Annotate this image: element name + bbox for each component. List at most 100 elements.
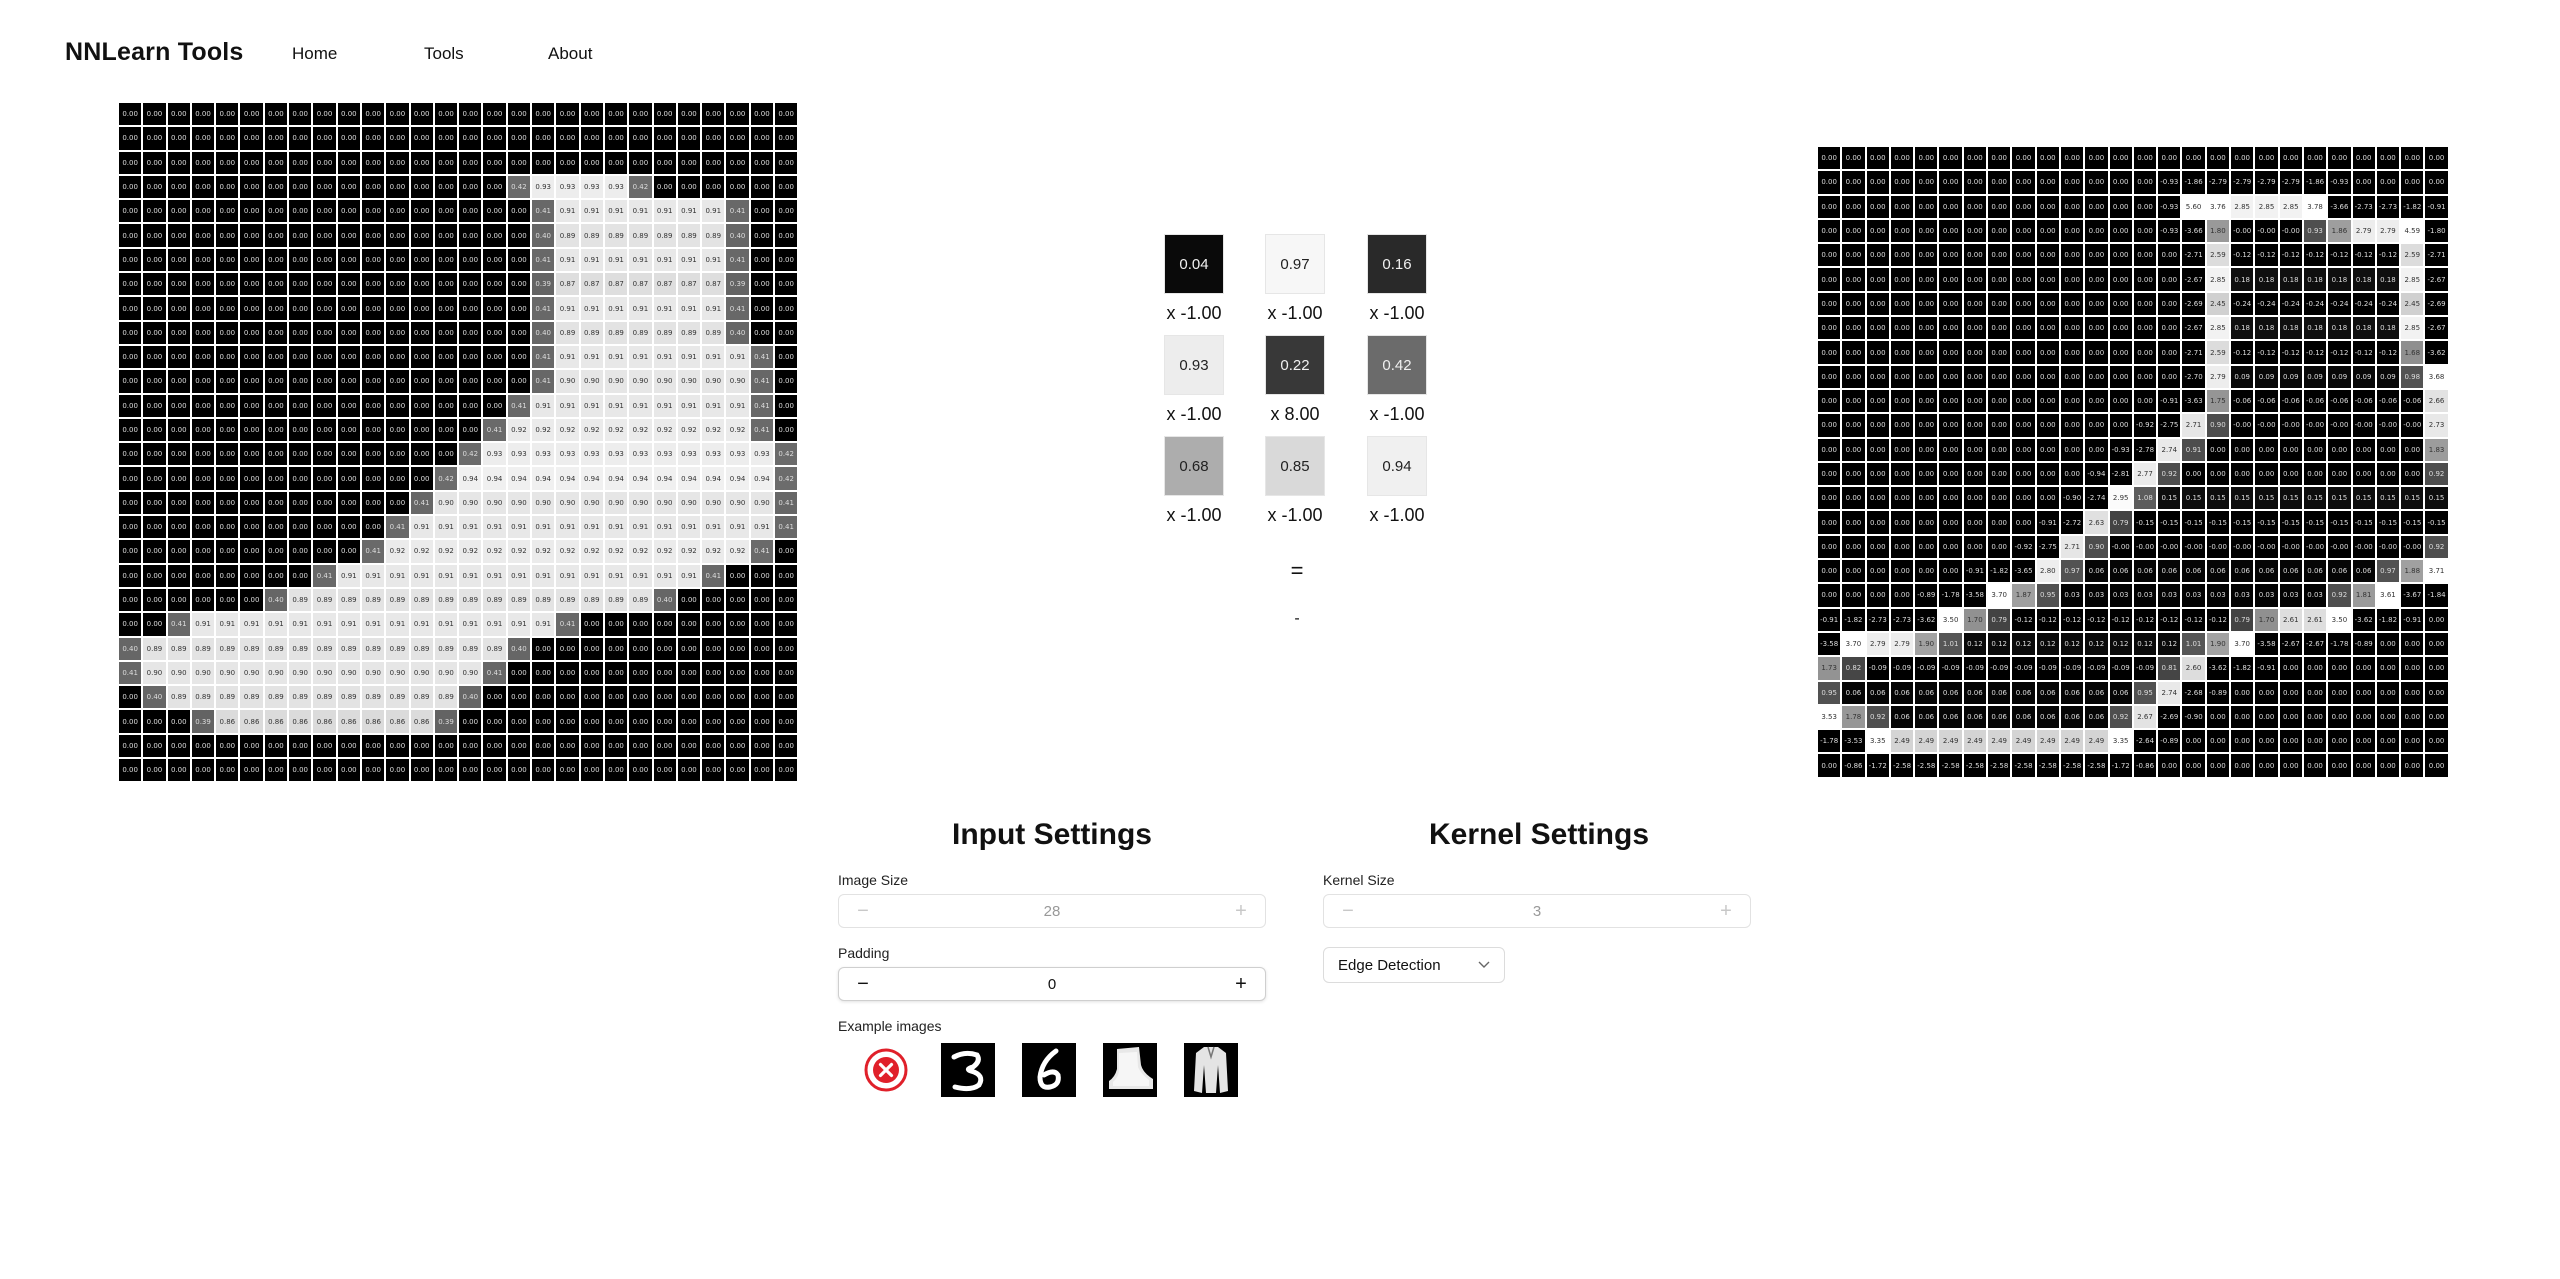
- output-feature-cell[interactable]: -0.91: [2157, 388, 2182, 414]
- output-feature-cell[interactable]: 0.00: [2375, 631, 2401, 657]
- output-feature-cell[interactable]: 0.03: [2132, 583, 2158, 608]
- input-pixel-cell[interactable]: 0.00: [385, 102, 410, 127]
- input-pixel-cell[interactable]: 0.00: [676, 150, 702, 175]
- example-digit-3-thumbnail[interactable]: [940, 1042, 996, 1098]
- output-feature-cell[interactable]: 0.03: [2059, 583, 2085, 608]
- output-feature-cell[interactable]: -0.15: [2254, 510, 2279, 535]
- output-feature-cell[interactable]: -0.00: [2254, 534, 2279, 560]
- kernel-cell[interactable]: 0.04: [1164, 234, 1224, 294]
- output-feature-cell[interactable]: 0.00: [2375, 704, 2401, 730]
- input-pixel-cell[interactable]: 0.00: [628, 733, 653, 759]
- input-pixel-cell[interactable]: 0.00: [190, 490, 216, 516]
- input-pixel-cell[interactable]: 0.91: [433, 612, 459, 637]
- input-pixel-cell[interactable]: 0.00: [190, 587, 216, 613]
- input-pixel-cell[interactable]: 0.91: [701, 393, 726, 418]
- input-pixel-cell[interactable]: 0.00: [749, 272, 775, 297]
- input-pixel-cell[interactable]: 0.00: [263, 272, 289, 297]
- input-pixel-cell[interactable]: 0.87: [628, 272, 653, 297]
- input-pixel-cell[interactable]: 0.00: [288, 126, 313, 151]
- input-pixel-cell[interactable]: 0.00: [360, 150, 386, 175]
- input-pixel-cell[interactable]: 0.91: [312, 612, 337, 637]
- input-pixel-cell[interactable]: 0.00: [458, 369, 483, 394]
- output-feature-cell[interactable]: 0.18: [2278, 316, 2303, 341]
- input-pixel-cell[interactable]: 0.00: [360, 320, 386, 345]
- input-pixel-cell[interactable]: 0.92: [652, 417, 677, 443]
- output-feature-cell[interactable]: 0.00: [2302, 461, 2328, 487]
- input-pixel-cell[interactable]: 0.89: [652, 320, 677, 345]
- input-pixel-cell[interactable]: 0.89: [603, 223, 629, 248]
- input-pixel-cell[interactable]: 0.92: [385, 539, 410, 564]
- output-feature-cell[interactable]: -0.91: [1962, 559, 1988, 584]
- input-pixel-cell[interactable]: 0.00: [531, 126, 556, 151]
- input-pixel-cell[interactable]: 0.41: [409, 490, 434, 516]
- output-feature-cell[interactable]: 0.00: [2011, 461, 2036, 487]
- input-pixel-cell[interactable]: 0.00: [409, 320, 434, 345]
- input-pixel-cell[interactable]: 0.00: [142, 587, 167, 613]
- output-feature-cell[interactable]: -0.15: [2327, 510, 2352, 535]
- output-feature-cell[interactable]: 0.03: [2084, 583, 2109, 608]
- input-pixel-cell[interactable]: 0.00: [336, 199, 361, 224]
- output-feature-cell[interactable]: -2.75: [2157, 413, 2182, 438]
- output-feature-cell[interactable]: 0.18: [2302, 316, 2328, 341]
- output-feature-cell[interactable]: 2.74: [2157, 680, 2182, 705]
- output-feature-cell[interactable]: 0.00: [2278, 656, 2303, 681]
- input-pixel-cell[interactable]: 0.00: [774, 393, 799, 418]
- output-feature-cell[interactable]: -2.73: [1889, 607, 1915, 632]
- input-pixel-cell[interactable]: 0.00: [774, 102, 799, 127]
- input-pixel-cell[interactable]: 0.89: [360, 685, 386, 710]
- output-feature-cell[interactable]: 0.00: [2351, 461, 2376, 487]
- input-pixel-cell[interactable]: 0.00: [725, 709, 750, 734]
- output-feature-cell[interactable]: -0.09: [1938, 656, 1963, 681]
- output-feature-cell[interactable]: 0.12: [2108, 631, 2133, 657]
- output-feature-cell[interactable]: 0.95: [2035, 583, 2060, 608]
- input-pixel-cell[interactable]: 0.89: [360, 636, 386, 661]
- input-pixel-cell[interactable]: 0.00: [603, 612, 629, 637]
- output-feature-cell[interactable]: 0.00: [1987, 243, 2012, 268]
- output-feature-cell[interactable]: -0.00: [2108, 534, 2133, 560]
- input-pixel-cell[interactable]: 0.89: [312, 685, 337, 710]
- output-feature-cell[interactable]: 1.70: [1962, 607, 1988, 632]
- output-feature-cell[interactable]: -0.00: [2157, 534, 2182, 560]
- input-pixel-cell[interactable]: 0.00: [288, 417, 313, 443]
- input-pixel-cell[interactable]: 0.89: [409, 636, 434, 661]
- input-pixel-cell[interactable]: 0.00: [166, 102, 191, 127]
- input-pixel-cell[interactable]: 0.00: [190, 199, 216, 224]
- input-pixel-cell[interactable]: 0.89: [433, 636, 459, 661]
- input-pixel-cell[interactable]: 0.00: [215, 515, 240, 540]
- input-pixel-cell[interactable]: 0.91: [482, 515, 507, 540]
- input-pixel-cell[interactable]: 0.00: [749, 660, 775, 686]
- input-pixel-cell[interactable]: 0.00: [118, 174, 143, 200]
- output-feature-cell[interactable]: -0.89: [2205, 680, 2231, 705]
- output-feature-cell[interactable]: 0.00: [1817, 753, 1842, 778]
- output-feature-cell[interactable]: 0.12: [2011, 631, 2036, 657]
- output-feature-cell[interactable]: 2.77: [2132, 461, 2158, 487]
- input-pixel-cell[interactable]: 0.00: [288, 223, 313, 248]
- input-pixel-cell[interactable]: 0.00: [603, 733, 629, 759]
- input-pixel-cell[interactable]: 0.91: [433, 563, 459, 588]
- output-feature-cell[interactable]: 0.00: [1817, 267, 1842, 292]
- input-pixel-cell[interactable]: 0.00: [312, 442, 337, 467]
- input-pixel-cell[interactable]: 0.91: [482, 563, 507, 588]
- output-feature-cell[interactable]: -0.93: [2157, 218, 2182, 244]
- input-pixel-cell[interactable]: 0.00: [142, 709, 167, 734]
- output-feature-cell[interactable]: -0.15: [2230, 510, 2255, 535]
- input-pixel-cell[interactable]: 0.91: [190, 612, 216, 637]
- output-feature-cell[interactable]: 2.79: [2375, 218, 2401, 244]
- output-feature-cell[interactable]: 0.00: [1817, 170, 1842, 195]
- output-feature-cell[interactable]: -0.00: [2375, 413, 2401, 438]
- output-feature-cell[interactable]: 0.00: [2035, 243, 2060, 268]
- output-feature-cell[interactable]: 0.00: [1817, 291, 1842, 317]
- input-pixel-cell[interactable]: 0.94: [603, 466, 629, 491]
- output-feature-cell[interactable]: 0.00: [2254, 146, 2279, 171]
- input-pixel-cell[interactable]: 0.00: [166, 393, 191, 418]
- input-pixel-cell[interactable]: 0.91: [701, 247, 726, 273]
- output-feature-cell[interactable]: -2.58: [2059, 753, 2085, 778]
- output-feature-cell[interactable]: -1.82: [1841, 607, 1866, 632]
- output-feature-cell[interactable]: 0.00: [1865, 218, 1890, 244]
- input-pixel-cell[interactable]: 0.00: [749, 102, 775, 127]
- output-feature-cell[interactable]: 0.06: [2132, 559, 2158, 584]
- input-pixel-cell[interactable]: 0.00: [482, 296, 507, 321]
- input-pixel-cell[interactable]: 0.00: [118, 490, 143, 516]
- output-feature-cell[interactable]: 0.18: [2230, 316, 2255, 341]
- input-pixel-cell[interactable]: 0.00: [263, 126, 289, 151]
